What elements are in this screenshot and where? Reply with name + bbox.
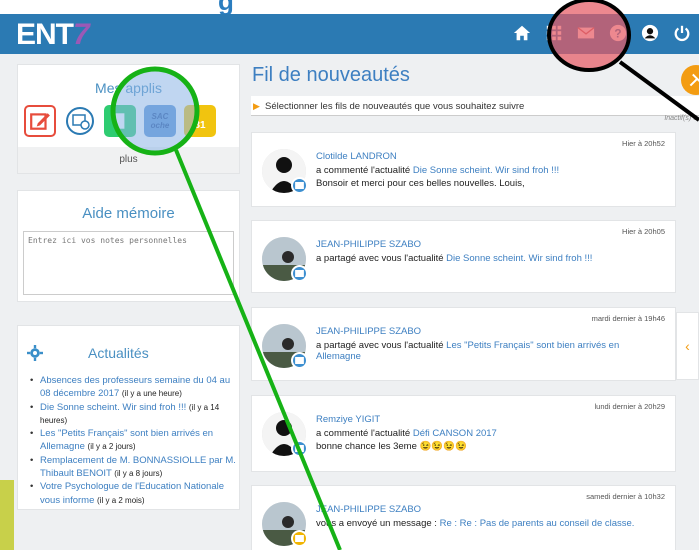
memo-card: Aide mémoire Entrez ici vos notes person… — [17, 190, 240, 302]
news-title: Actualités — [88, 345, 149, 361]
post-author[interactable]: Clotilde LANDRON — [316, 151, 397, 162]
my-apps-title: Mes applis — [95, 80, 162, 96]
feed-post: Hier à 20h52 Clotilde LANDRON a commenté… — [251, 132, 676, 207]
post-comment: Bonsoir et merci pour ces belles nouvell… — [316, 178, 525, 189]
power-icon[interactable] — [669, 20, 695, 46]
news-age: (il y a 8 jours) — [114, 469, 163, 479]
news-item: Absences des professeurs semaine du 04 a… — [30, 374, 238, 401]
post-author[interactable]: JEAN-PHILIPPE SZABO — [316, 504, 421, 515]
edit-app-icon[interactable] — [24, 105, 56, 137]
header-icons: ? — [509, 20, 695, 46]
memo-textarea[interactable]: Entrez ici vos notes personnelles — [23, 231, 234, 295]
post-line: a commenté l'actualité Die Sonne scheint… — [316, 165, 560, 176]
post-link[interactable]: Die Sonne scheint. Wir sind froh !!! — [446, 253, 592, 264]
feed-post: lundi dernier à 20h29 Remziye YIGIT a co… — [251, 395, 676, 472]
news-card: Actualités Absences des professeurs sema… — [17, 325, 240, 510]
news-item: Die Sonne scheint. Wir sind froh !!! (il… — [30, 401, 238, 428]
logo-number: 7 — [73, 18, 90, 51]
post-line: vous a envoyé un message : Re : Re : Pas… — [316, 518, 635, 529]
message-badge-icon — [291, 530, 308, 547]
background-edge — [0, 480, 14, 550]
memo-title: Aide mémoire — [82, 205, 175, 222]
user-icon[interactable] — [637, 20, 663, 46]
post-time: mardi dernier à 19h46 — [591, 314, 665, 323]
mail-icon[interactable] — [573, 20, 599, 46]
logo-text: ENT — [16, 18, 74, 51]
logo[interactable]: ENT7 — [16, 18, 90, 52]
news-item: Les "Petits Français" sont bien arrivés … — [30, 427, 238, 454]
news-age: (il y a 2 mois) — [97, 495, 145, 505]
top-band: g — [0, 0, 699, 14]
news-link[interactable]: Die Sonne scheint. Wir sind froh !!! — [40, 402, 186, 413]
post-author[interactable]: Remziye YIGIT — [316, 414, 380, 425]
post-comment: bonne chance les 3eme 😉😉😉😉 — [316, 441, 467, 452]
post-line: a partagé avec vous l'actualité Die Sonn… — [316, 253, 593, 264]
feed-title: Fil de nouveautés — [252, 64, 410, 86]
feed-filter[interactable]: ▶ Sélectionner les fils de nouveautés qu… — [251, 96, 699, 116]
feed-post: samedi dernier à 10h32 JEAN-PHILIPPE SZA… — [251, 485, 676, 550]
post-line: a partagé avec vous l'actualité Les "Pet… — [316, 340, 620, 362]
feed-post: Hier à 20h05 JEAN-PHILIPPE SZABO a parta… — [251, 220, 676, 293]
post-time: lundi dernier à 20h29 — [594, 402, 665, 411]
tools-button[interactable] — [681, 65, 699, 95]
filter-label: Sélectionner les fils de nouveautés que … — [265, 101, 525, 112]
news-item: Votre Psychologue de l'Education Nationa… — [30, 480, 238, 507]
post-author[interactable]: JEAN-PHILIPPE SZABO — [316, 239, 421, 250]
header-bar: ENT7 ? — [0, 14, 699, 54]
apps-row: SAC oche 31 — [24, 105, 216, 137]
post-author[interactable]: JEAN-PHILIPPE SZABO — [316, 326, 421, 337]
mail-badge-icon — [291, 352, 308, 369]
svg-text:?: ? — [614, 28, 621, 41]
feed-post: mardi dernier à 19h46 JEAN-PHILIPPE SZAB… — [251, 307, 676, 381]
news-age: (il y a 2 jours) — [87, 442, 136, 452]
sacoche-app-icon[interactable]: SAC oche — [144, 105, 176, 137]
my-apps-card: Mes applis SAC oche 31 plus — [17, 64, 240, 174]
post-link[interactable]: Re : Re : Pas de parents au conseil de c… — [440, 518, 635, 529]
post-link[interactable]: Défi CANSON 2017 — [413, 428, 497, 439]
apps-more-button[interactable]: plus — [18, 147, 239, 173]
partial-title: g — [218, 0, 234, 14]
gear-icon[interactable] — [27, 345, 43, 361]
news-list: Absences des professeurs semaine du 04 a… — [30, 374, 238, 507]
post-time: Hier à 20h52 — [622, 139, 665, 148]
schedule-app-icon[interactable] — [64, 105, 96, 137]
news-item: Remplacement de M. BONNASSIOLLE par M. T… — [30, 454, 238, 481]
chevron-left-icon[interactable]: ‹ — [676, 312, 699, 380]
calendar-app-icon[interactable]: 31 — [184, 105, 216, 137]
post-time: Hier à 20h05 — [622, 227, 665, 236]
files-app-icon[interactable] — [104, 105, 136, 137]
home-icon[interactable] — [509, 20, 535, 46]
inactive-count: Inactif(s) 0 — [664, 115, 697, 122]
post-line: a commenté l'actualité Défi CANSON 2017 — [316, 428, 497, 439]
mail-badge-icon — [291, 440, 308, 457]
post-time: samedi dernier à 10h32 — [586, 492, 665, 501]
news-age: (il y a une heure) — [121, 389, 182, 399]
mail-badge-icon — [291, 265, 308, 282]
help-icon[interactable]: ? — [605, 20, 631, 46]
apps-grid-icon[interactable] — [541, 20, 567, 46]
filter-arrow-icon: ▶ — [253, 101, 260, 111]
post-link[interactable]: Die Sonne scheint. Wir sind froh !!! — [413, 165, 559, 176]
mail-badge-icon — [291, 177, 308, 194]
